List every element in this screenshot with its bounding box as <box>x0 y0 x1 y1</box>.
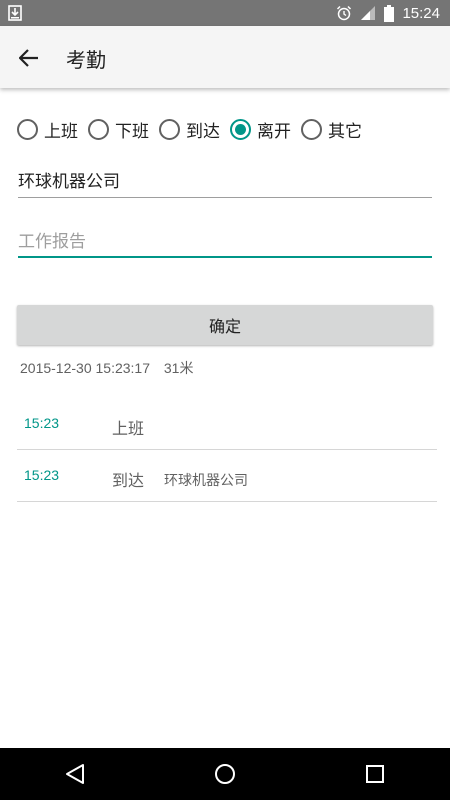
system-navigation-bar <box>0 748 450 800</box>
radio-circle[interactable] <box>301 118 322 140</box>
status-bar: 15:24 <box>0 0 450 26</box>
radio-circle[interactable] <box>159 118 180 140</box>
radio-option-arrive[interactable]: 到达 <box>159 114 220 144</box>
radio-circle[interactable] <box>17 118 38 140</box>
square-recents-icon <box>366 765 384 783</box>
radio-option-other[interactable]: 其它 <box>301 114 362 144</box>
record-type: 到达 <box>112 471 145 490</box>
radio-circle[interactable] <box>88 118 109 140</box>
arrow-back-icon <box>19 49 38 67</box>
record-location: 环球机器公司 <box>164 473 248 489</box>
alarm-icon <box>337 5 352 21</box>
back-button[interactable] <box>14 43 44 73</box>
status-icons: 15:24 <box>336 0 440 26</box>
radio-circle-selected[interactable] <box>230 118 251 140</box>
radio-label: 上班 <box>44 121 78 142</box>
app-toolbar: 考勤 <box>0 26 450 88</box>
info-datetime: 2015-12-30 15:23:17 <box>20 360 150 376</box>
status-time: 15:24 <box>402 4 440 22</box>
location-info: 2015-12-30 15:23:17 31米 <box>20 358 203 378</box>
nav-recents-button[interactable] <box>355 754 395 794</box>
page-title: 考勤 <box>66 48 106 72</box>
work-report-input[interactable] <box>18 230 432 254</box>
radio-option-start-work[interactable]: 上班 <box>17 114 78 144</box>
confirm-button[interactable]: 确定 <box>17 305 433 345</box>
signal-icon <box>361 6 376 20</box>
radio-label: 到达 <box>186 121 220 142</box>
triangle-back-icon <box>66 764 84 784</box>
record-time: 15:23 <box>24 467 60 483</box>
info-distance: 31米 <box>163 360 194 376</box>
nav-home-button[interactable] <box>205 754 245 794</box>
download-notification-icon <box>8 5 22 21</box>
radio-option-end-work[interactable]: 下班 <box>88 114 149 144</box>
attendance-record-list: 15:23 上班 15:23 到达 环球机器公司 <box>17 398 437 502</box>
circle-home-icon <box>215 764 235 784</box>
record-type: 上班 <box>112 419 145 438</box>
radio-option-leave[interactable]: 离开 <box>230 114 291 144</box>
record-time: 15:23 <box>24 415 60 431</box>
list-item[interactable]: 15:23 到达 环球机器公司 <box>17 450 437 502</box>
battery-icon <box>384 4 395 22</box>
company-field[interactable]: 环球机器公司 <box>18 170 432 198</box>
radio-label: 下班 <box>115 121 149 142</box>
nav-back-button[interactable] <box>55 754 95 794</box>
list-item[interactable]: 15:23 上班 <box>17 398 437 450</box>
radio-label: 其它 <box>328 121 362 142</box>
radio-label: 离开 <box>257 121 291 142</box>
attendance-type-radio-group: 上班 下班 到达 离开 其它 <box>17 114 437 144</box>
company-value: 环球机器公司 <box>18 172 120 192</box>
work-report-field[interactable] <box>18 230 432 258</box>
